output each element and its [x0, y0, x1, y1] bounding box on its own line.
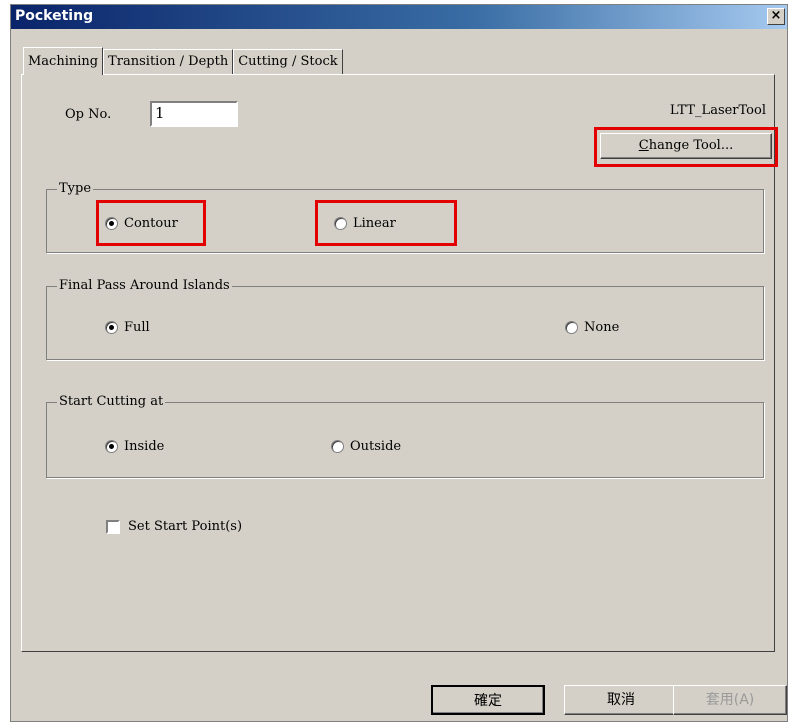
cancel-button[interactable]: 取消	[564, 685, 678, 715]
set-start-point-label: Set Start Point(s)	[128, 519, 243, 534]
final-pass-group: Final Pass Around Islands Full None	[46, 278, 764, 360]
inside-label: Inside	[124, 439, 165, 454]
full-label: Full	[124, 320, 150, 335]
pocketing-dialog: Pocketing × Machining Transition / Depth…	[10, 4, 788, 722]
machining-tab-page: Op No. 1 LTT_LaserTool Change Tool... Ty…	[21, 74, 778, 652]
start-cutting-legend: Start Cutting at	[57, 394, 166, 409]
title-bar[interactable]: Pocketing ×	[11, 5, 787, 29]
final-pass-legend: Final Pass Around Islands	[57, 278, 232, 293]
window-title: Pocketing	[15, 8, 94, 24]
contour-radio-indicator	[105, 217, 118, 230]
contour-radio[interactable]: Contour	[105, 216, 178, 231]
op-no-label: Op No.	[65, 107, 112, 122]
ok-button[interactable]: 確定	[431, 685, 545, 715]
none-label: None	[584, 320, 620, 335]
outside-radio-indicator	[331, 440, 344, 453]
type-legend: Type	[57, 181, 94, 196]
tab-transition-depth[interactable]: Transition / Depth	[103, 49, 234, 75]
change-tool-label: hange Tool...	[648, 138, 734, 153]
apply-button[interactable]: 套用(A)	[673, 685, 787, 715]
linear-label: Linear	[353, 216, 396, 231]
tab-strip: Machining Transition / Depth Cutting / S…	[23, 47, 343, 75]
op-no-field[interactable]: 1	[150, 101, 238, 127]
inside-radio[interactable]: Inside	[105, 439, 164, 454]
none-radio-indicator	[565, 321, 578, 334]
type-group: Type Contour Linear	[46, 181, 764, 253]
tool-name: LTT_LaserTool	[669, 103, 766, 118]
change-tool-mnemonic: C	[638, 138, 649, 153]
linear-radio[interactable]: Linear	[334, 216, 396, 231]
change-tool-button[interactable]: Change Tool...	[600, 133, 772, 159]
tab-cutting-stock[interactable]: Cutting / Stock	[233, 49, 343, 75]
close-button[interactable]: ×	[767, 8, 785, 25]
full-radio[interactable]: Full	[105, 320, 150, 335]
outside-label: Outside	[350, 439, 402, 454]
contour-label: Contour	[124, 216, 178, 231]
set-start-point-checkbox[interactable]: Set Start Point(s)	[106, 519, 242, 534]
full-radio-indicator	[105, 321, 118, 334]
linear-radio-indicator	[334, 217, 347, 230]
none-radio[interactable]: None	[565, 320, 619, 335]
set-start-point-box	[106, 519, 120, 534]
inside-radio-indicator	[105, 440, 118, 453]
start-cutting-group: Start Cutting at Inside Outside	[46, 394, 764, 478]
outside-radio[interactable]: Outside	[331, 439, 401, 454]
tab-machining[interactable]: Machining	[23, 47, 104, 75]
